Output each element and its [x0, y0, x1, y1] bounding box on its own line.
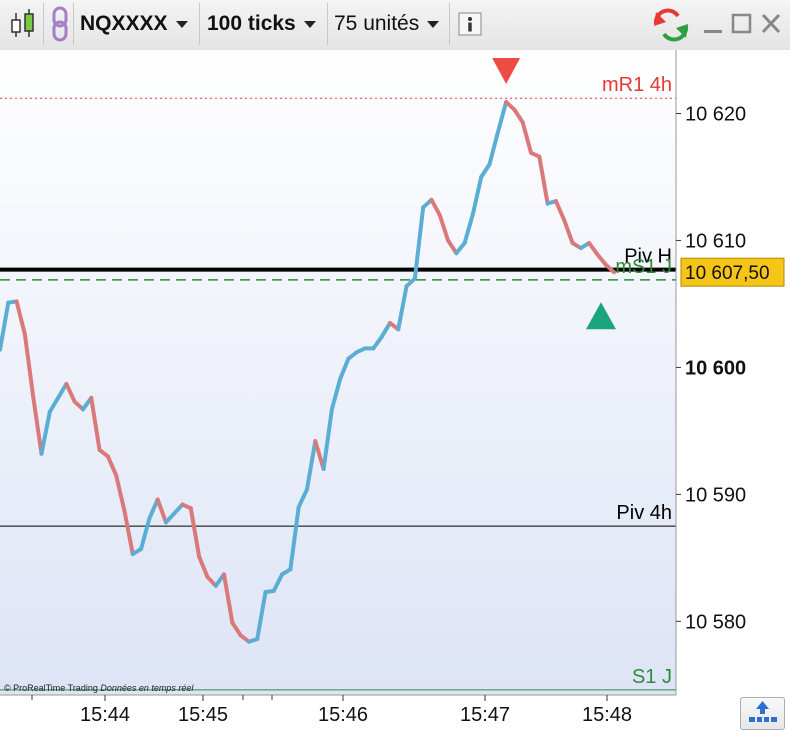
credit-source: © ProRealTime Trading — [4, 683, 98, 693]
link-button[interactable] — [46, 3, 74, 45]
chevron-down-icon — [303, 20, 316, 28]
expand-panel-button[interactable] — [740, 697, 785, 730]
units-selector[interactable]: 75 unités — [330, 3, 450, 45]
symbol-selector[interactable]: NQXXXX — [76, 3, 200, 45]
symbol-label: NQXXXX — [80, 12, 168, 35]
info-button[interactable] — [452, 3, 488, 45]
close-icon[interactable] — [760, 12, 782, 36]
maximize-icon[interactable] — [731, 12, 753, 36]
chart-plot-area[interactable] — [0, 50, 676, 695]
expand-up-icon — [749, 701, 777, 722]
data-credit: © ProRealTime Trading Données en temps r… — [4, 683, 193, 693]
minimize-icon[interactable] — [703, 12, 723, 36]
candlestick-icon — [10, 9, 34, 37]
interval-selector[interactable]: 100 ticks — [202, 3, 328, 45]
chart-type-button[interactable] — [2, 3, 44, 45]
chevron-down-icon — [175, 20, 188, 28]
credit-status: Données en temps réel — [100, 683, 194, 693]
chart-toolbar: NQXXXX 100 ticks 75 unités — [0, 0, 790, 51]
chain-link-icon — [52, 6, 67, 42]
interval-label: 100 ticks — [207, 12, 296, 35]
price-axis[interactable] — [676, 50, 790, 695]
time-axis[interactable] — [0, 695, 790, 731]
refresh-arrows-icon[interactable] — [652, 8, 690, 42]
units-label: 75 unités — [334, 12, 420, 35]
chevron-down-icon — [427, 20, 440, 28]
info-icon — [458, 12, 482, 36]
